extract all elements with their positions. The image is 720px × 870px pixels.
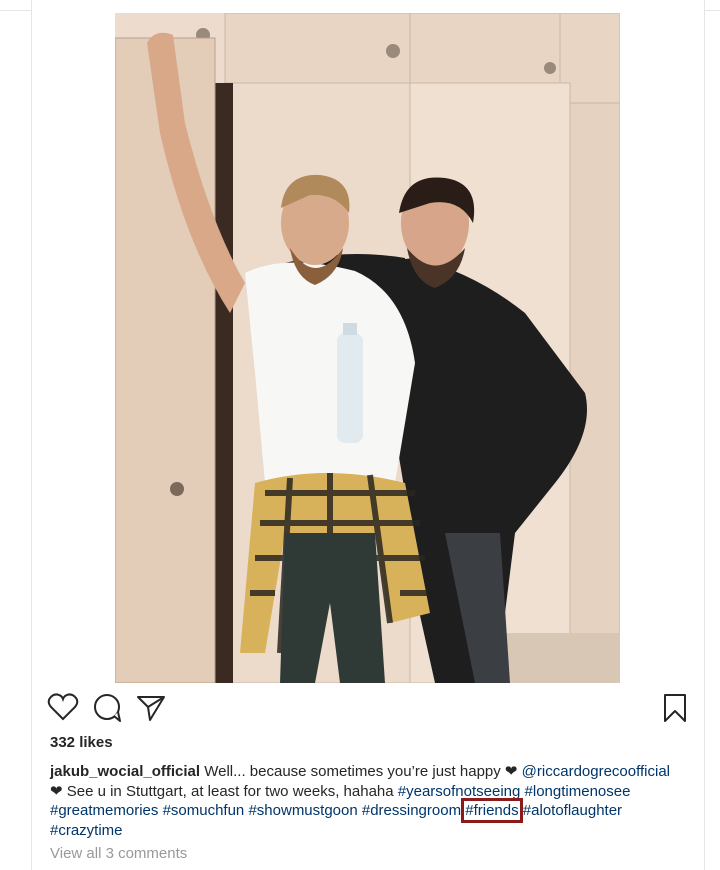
hashtag-link-friends-highlighted[interactable]: #friends bbox=[461, 798, 523, 823]
post-actions-bar bbox=[0, 690, 720, 730]
hashtag-link[interactable]: #yearsofnotseeing bbox=[398, 783, 521, 800]
paper-plane-icon bbox=[137, 696, 165, 721]
bookmark-icon bbox=[664, 694, 686, 722]
hashtag-link[interactable]: #alotoflaughter bbox=[523, 802, 622, 819]
heart-icon bbox=[47, 693, 79, 721]
share-button[interactable] bbox=[134, 690, 168, 724]
like-button[interactable] bbox=[46, 690, 80, 724]
hashtag-link[interactable]: #greatmemories bbox=[50, 802, 158, 819]
post-username[interactable]: jakub_wocial_official bbox=[50, 763, 200, 780]
caption-text: Well... because sometimes you’re just ha… bbox=[204, 763, 518, 780]
hashtag-link[interactable]: #somuchfun bbox=[163, 802, 245, 819]
hashtag-link[interactable]: #longtimenosee bbox=[525, 783, 631, 800]
comment-button[interactable] bbox=[90, 690, 124, 724]
likes-count[interactable]: 332 likes bbox=[50, 734, 113, 751]
view-all-comments-link[interactable]: View all 3 comments bbox=[50, 845, 187, 862]
photo-illustration bbox=[115, 13, 620, 683]
post-photo[interactable] bbox=[115, 13, 620, 683]
hashtag-link[interactable]: #showmustgoon bbox=[248, 802, 357, 819]
post-caption: jakub_wocial_official Well... because so… bbox=[50, 762, 690, 840]
caption-text: ❤ See u in Stuttgart, at least for two w… bbox=[50, 782, 394, 800]
mention-link[interactable]: @riccardogrecoofficial bbox=[522, 763, 670, 780]
hashtag-link[interactable]: #dressingroom bbox=[362, 802, 461, 819]
speech-bubble-icon bbox=[94, 694, 121, 722]
hashtag-link[interactable]: #crazytime bbox=[50, 822, 123, 839]
save-button[interactable] bbox=[658, 690, 692, 724]
